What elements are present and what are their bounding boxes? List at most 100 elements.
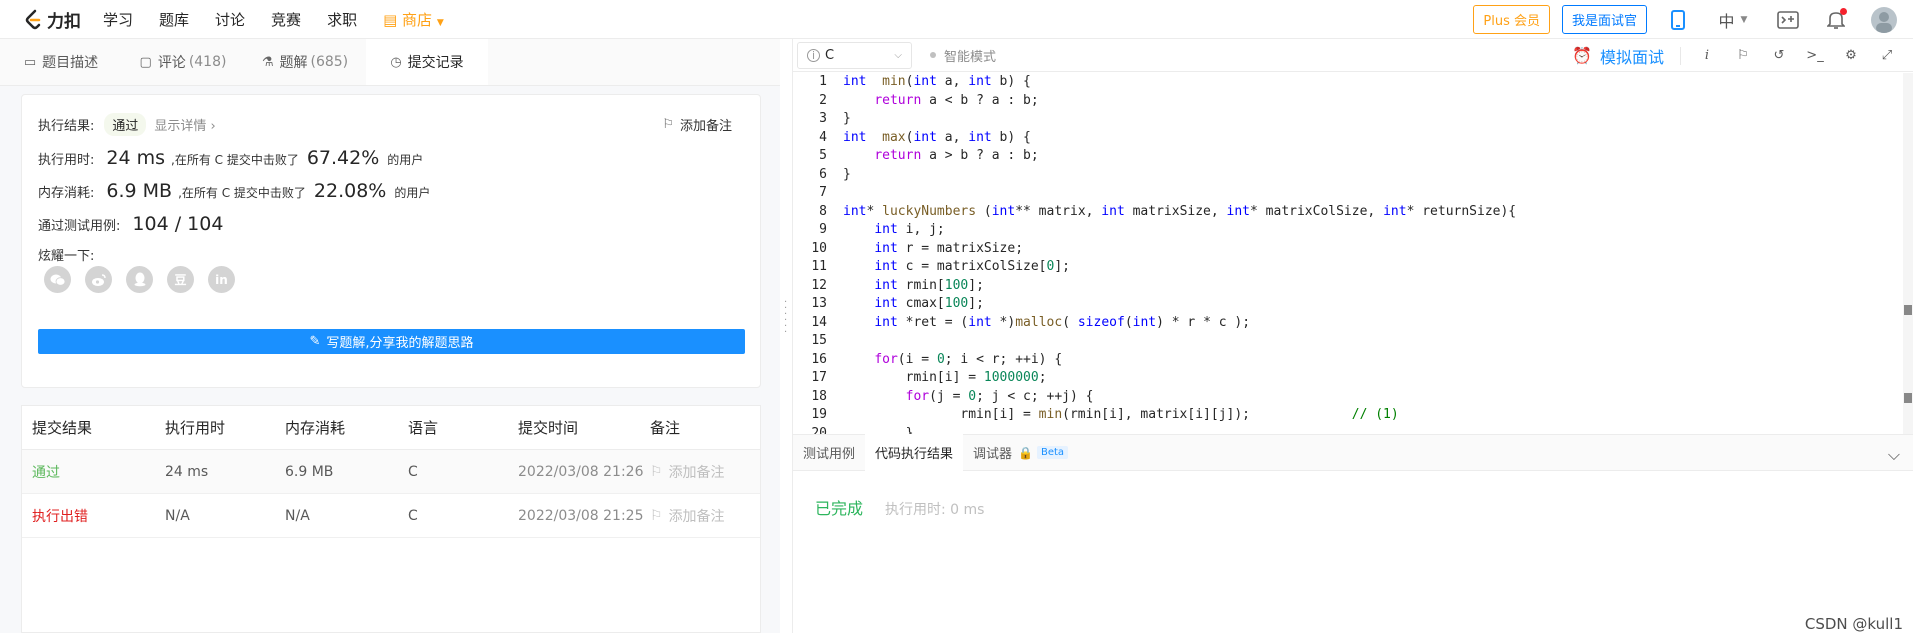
memory-value: 6.9 MB	[106, 180, 173, 202]
pencil-icon: ✎	[309, 334, 321, 349]
code-text: rmin[i] = min(rmin[i], matrix[i][j]); //…	[843, 407, 1399, 422]
row-status[interactable]: 执行出错	[22, 506, 165, 526]
code-line[interactable]: 7	[793, 184, 1913, 203]
mock-interview-label: 模拟面试	[1599, 47, 1664, 67]
row-status[interactable]: 通过	[22, 462, 165, 482]
tab-debugger[interactable]: 调试器 🔒 Beta	[963, 434, 1078, 471]
mobile-icon[interactable]	[1665, 7, 1691, 33]
runtime-value: 24 ms	[106, 147, 166, 169]
testcases-label: 通过测试用例:	[38, 219, 121, 234]
flag-icon: ⚐	[650, 507, 663, 524]
result-label: 执行结果:	[38, 119, 95, 134]
code-line[interactable]: 9 int i, j;	[793, 221, 1913, 240]
linkedin-icon[interactable]: in	[208, 266, 235, 293]
mock-interview-button[interactable]: ⏰ 模拟面试	[1572, 44, 1664, 68]
code-text: rmin[i] = 1000000;	[843, 370, 1047, 385]
code-text: int *ret = (int *)malloc( sizeof(int) * …	[874, 314, 1251, 330]
line-number: 8	[819, 203, 827, 219]
nav-link-store[interactable]: ▤ 商店 ▼	[383, 9, 444, 30]
tab-testcase[interactable]: 测试用例	[793, 434, 865, 471]
nav-link-discuss[interactable]: 讨论	[215, 9, 245, 30]
tab-comments[interactable]: ▢ 评论 (418)	[122, 39, 244, 85]
code-line[interactable]: 10 int r = matrixSize;	[793, 240, 1913, 259]
code-line[interactable]: 19 rmin[i] = min(rmin[i], matrix[i][j]);…	[793, 406, 1913, 425]
submission-result-card: 执行结果: 通过 显示详情 › ⚐ 添加备注 执行用时: 24 ms ,在所有 …	[21, 94, 761, 388]
write-solution-button[interactable]: ✎ 写题解,分享我的解题思路	[38, 329, 745, 354]
row-runtime: 24 ms	[165, 463, 209, 480]
runtime-desc: ,在所有 C 提交中击败了	[171, 153, 299, 167]
tab-submissions[interactable]: ◷ 提交记录	[366, 39, 488, 85]
line-number: 5	[819, 148, 827, 163]
ai-mode-toggle[interactable]: 智能模式	[930, 46, 996, 65]
code-line[interactable]: 8 int* luckyNumbers (int** matrix, int ma…	[793, 203, 1913, 222]
line-number: 4	[819, 129, 827, 145]
wechat-icon[interactable]	[44, 266, 71, 293]
code-line[interactable]: 5 return a > b ? a : b;	[793, 147, 1913, 166]
code-line[interactable]: 3}	[793, 110, 1913, 129]
code-editor[interactable]: 1 int min(int a, int b) {2 return a < b ?…	[793, 73, 1913, 434]
notification-bell-icon[interactable]	[1823, 7, 1849, 33]
runtime-label: 执行用时:	[38, 153, 95, 168]
run-result: 已完成 执行用时: 0 ms	[815, 495, 984, 519]
caret-down-icon: ▼	[436, 17, 444, 28]
code-line[interactable]: 2 return a < b ? a : b;	[793, 92, 1913, 111]
line-number: 2	[819, 92, 827, 108]
tab-solutions[interactable]: ⚗ 题解 (685)	[244, 39, 366, 85]
leetcode-logo[interactable]: 力扣	[22, 7, 81, 32]
code-line[interactable]: 12 int rmin[100];	[793, 277, 1913, 296]
store-label: 商店	[402, 10, 433, 29]
code-line[interactable]: 11 int c = matrixColSize[0];	[793, 258, 1913, 277]
language-select[interactable]: i C ⌵	[797, 41, 912, 69]
nav-link-contest[interactable]: 竞赛	[271, 9, 301, 30]
code-line[interactable]: 1 int min(int a, int b) {	[793, 73, 1913, 92]
code-line[interactable]: 15	[793, 332, 1913, 351]
panel-resize-handle[interactable]: · · · · · ·	[784, 298, 788, 338]
add-note-button[interactable]: ⚐ 添加备注	[662, 115, 732, 134]
code-text: return a > b ? a : b;	[874, 148, 1039, 163]
beta-badge: Beta	[1037, 446, 1069, 459]
code-line[interactable]: 13 int cmax[100];	[793, 295, 1913, 314]
editor-scrollbar[interactable]	[1903, 73, 1913, 434]
tab-label: 题解	[279, 55, 308, 71]
tab-description[interactable]: ▭ 题目描述	[0, 39, 122, 85]
console-icon[interactable]: >_	[1805, 46, 1825, 66]
interviewer-button[interactable]: 我是面试官	[1561, 5, 1647, 34]
plus-member-button[interactable]: Plus 会员	[1473, 5, 1550, 34]
share-label-row: 炫耀一下:	[38, 245, 94, 264]
user-avatar[interactable]	[1871, 6, 1897, 33]
tab-run-result[interactable]: 代码执行结果	[865, 434, 964, 471]
weibo-icon[interactable]	[85, 266, 112, 293]
code-line[interactable]: 17 rmin[i] = 1000000;	[793, 369, 1913, 388]
code-line[interactable]: 14 int *ret = (int *)malloc( sizeof(int)…	[793, 314, 1913, 333]
settings-icon[interactable]: ⚙	[1841, 46, 1861, 66]
playground-icon[interactable]	[1775, 7, 1801, 33]
code-line[interactable]: 6}	[793, 166, 1913, 185]
col-status-header: 提交结果	[32, 419, 93, 437]
code-line[interactable]: 18 for(j = 0; j < c; ++j) {	[793, 388, 1913, 407]
table-row[interactable]: 执行出错 N/A N/A C 2022/03/08 21:25 ⚐ 添加备注	[22, 494, 760, 538]
language-switch[interactable]: 中 ▼	[1713, 7, 1753, 33]
code-line[interactable]: 16 for(i = 0; i < r; ++i) {	[793, 351, 1913, 370]
show-details-link[interactable]: 显示详情 ›	[154, 115, 215, 134]
runtime-suffix: 的用户	[387, 153, 424, 167]
chevron-down-icon[interactable]: ⌵	[1888, 445, 1900, 465]
row-add-note[interactable]: ⚐ 添加备注	[650, 506, 760, 526]
col-time-header: 提交时间	[518, 419, 579, 437]
ai-mode-dot	[930, 52, 936, 58]
fullscreen-icon[interactable]: ⤢	[1877, 46, 1897, 66]
nav-link-problems[interactable]: 题库	[159, 9, 189, 30]
row-add-note[interactable]: ⚐ 添加备注	[650, 462, 760, 482]
info-italic-icon[interactable]: i	[1697, 46, 1717, 66]
table-row[interactable]: 通过 24 ms 6.9 MB C 2022/03/08 21:26 ⚐ 添加备…	[22, 450, 760, 494]
nav-link-learn[interactable]: 学习	[103, 9, 133, 30]
qq-icon[interactable]	[126, 266, 153, 293]
reset-icon[interactable]: ↺	[1769, 46, 1789, 66]
code-line[interactable]: 4 int max(int a, int b) {	[793, 129, 1913, 148]
douban-icon[interactable]: 豆	[167, 266, 194, 293]
line-number: 16	[811, 351, 827, 367]
code-text: }	[843, 111, 851, 126]
run-flag-icon[interactable]: ⚐	[1733, 46, 1753, 66]
code-line[interactable]: 20 }	[793, 425, 1913, 435]
memory-row: 内存消耗: 6.9 MB ,在所有 C 提交中击败了 22.08% 的用户	[38, 180, 430, 202]
nav-link-jobs[interactable]: 求职	[327, 9, 357, 30]
